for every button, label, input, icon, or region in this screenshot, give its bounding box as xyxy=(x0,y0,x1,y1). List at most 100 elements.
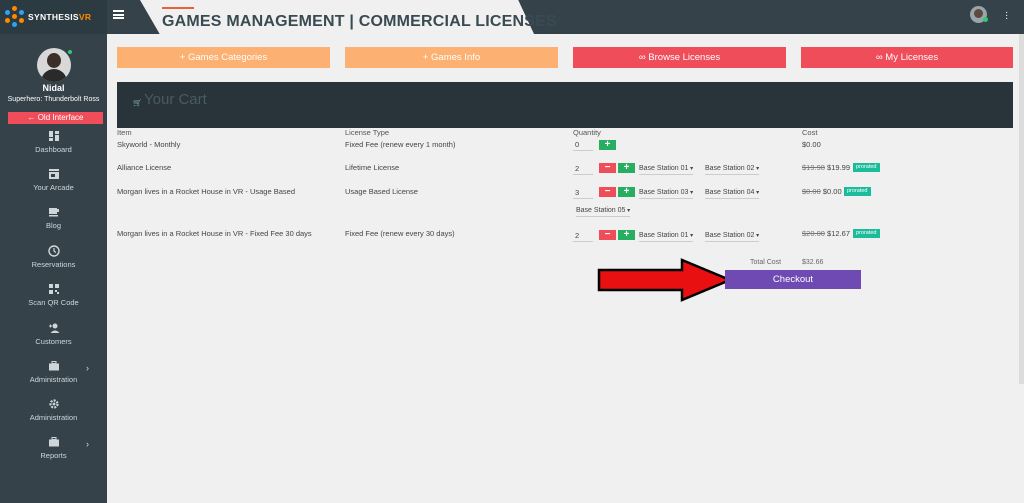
quantity-input[interactable]: 3 xyxy=(573,187,593,199)
tab-games-info[interactable]: + Games Info xyxy=(345,47,558,68)
column-header-quantity: Quantity xyxy=(573,128,601,137)
brand-logo[interactable]: SYNTHESISVR xyxy=(0,0,107,34)
clock-icon xyxy=(47,245,60,257)
online-status-icon xyxy=(67,49,73,55)
page-title: GAMES MANAGEMENT | COMMERCIAL LICENSES xyxy=(162,13,557,30)
prorated-cost: $12.67 xyxy=(827,229,850,238)
tab-my-licenses[interactable]: ∞ My Licenses xyxy=(801,47,1013,68)
decrease-quantity-button[interactable]: − xyxy=(599,187,616,197)
page-scrollbar[interactable] xyxy=(1019,34,1024,384)
sidebar-item-blog[interactable]: Blog xyxy=(0,206,107,236)
column-header-cost: Cost xyxy=(802,128,818,137)
sidebar-item-your-arcade[interactable]: Your Arcade xyxy=(0,168,107,198)
sidebar-item-label: Administration xyxy=(29,375,78,384)
title-accent-line xyxy=(162,7,194,9)
plus-icon: + xyxy=(422,52,429,63)
decrease-quantity-button[interactable]: − xyxy=(599,230,616,240)
infinity-icon: ∞ xyxy=(875,52,883,63)
sidebar-item-reservations[interactable]: Reservations xyxy=(0,245,107,275)
sidebar-item-label: Reports xyxy=(40,451,67,460)
cart-item-name: Skyworld - Monthly xyxy=(117,140,181,149)
original-cost: $19.98 xyxy=(802,163,825,172)
cart-item-name: Morgan lives in a Rocket House in VR - F… xyxy=(117,229,312,238)
hamburger-menu-icon[interactable] xyxy=(113,10,124,19)
decrease-quantity-button[interactable]: − xyxy=(599,163,616,173)
base-station-select[interactable]: Base Station 05 xyxy=(576,205,631,217)
cart-title: Your Cart xyxy=(144,91,207,108)
cart-cost: $0.00 $0.00 xyxy=(802,187,842,196)
base-station-select[interactable]: Base Station 01 xyxy=(639,163,694,175)
base-station-select[interactable]: Base Station 01 xyxy=(639,230,694,242)
user-title: Superhero: Thunderbolt Ross xyxy=(7,96,100,103)
quantity-input[interactable]: 2 xyxy=(573,163,593,175)
add-person-icon xyxy=(48,323,59,333)
brand-name-suffix: VR xyxy=(78,12,92,22)
sidebar-item-label: Your Arcade xyxy=(33,183,74,192)
gear-icon xyxy=(48,399,59,409)
cart-license-type: Fixed Fee (renew every 1 month) xyxy=(345,140,456,149)
original-cost: $0.00 xyxy=(802,187,821,196)
tab-label: Browse Licenses xyxy=(648,52,721,63)
sidebar-item-label: Reservations xyxy=(31,260,76,269)
prorated-badge: prorated xyxy=(853,163,880,172)
checkout-button[interactable]: Checkout xyxy=(725,270,861,289)
sidebar-item-administration-1[interactable]: Administration › xyxy=(0,360,107,390)
increase-quantity-button[interactable]: + xyxy=(618,187,635,197)
cart-item-name: Morgan lives in a Rocket House in VR - U… xyxy=(117,187,296,196)
increase-quantity-button[interactable]: + xyxy=(618,163,635,173)
base-station-select[interactable]: Base Station 02 xyxy=(705,163,760,175)
tab-label: Games Categories xyxy=(188,52,268,63)
sidebar-item-label: Customers xyxy=(35,337,72,346)
original-cost: $20.00 xyxy=(802,229,825,238)
increase-quantity-button[interactable]: + xyxy=(599,140,616,150)
briefcase-icon xyxy=(48,361,59,371)
sidebar-item-reports[interactable]: Reports › xyxy=(0,436,107,466)
prorated-badge: prorated xyxy=(844,187,871,196)
chevron-right-icon: › xyxy=(86,439,89,449)
column-header-item: Item xyxy=(117,128,132,137)
prorated-cost: $19.99 xyxy=(827,163,850,172)
sidebar-item-label: Scan QR Code xyxy=(28,298,79,307)
red-arrow-icon xyxy=(597,258,734,302)
dashboard-icon xyxy=(48,131,59,141)
tab-browse-licenses[interactable]: ∞ Browse Licenses xyxy=(573,47,786,68)
prorated-badge: prorated xyxy=(853,229,880,238)
quantity-input[interactable]: 2 xyxy=(573,230,593,242)
sidebar-item-customers[interactable]: Customers xyxy=(0,322,107,352)
user-name: Nidal xyxy=(42,83,65,93)
cart-icon: 🛒 xyxy=(133,100,142,107)
store-icon xyxy=(48,169,59,179)
cart-cost: $0.00 xyxy=(802,140,821,149)
total-cost-value: $32.66 xyxy=(802,259,824,266)
sidebar-item-label: Administration xyxy=(29,413,78,422)
coffee-icon xyxy=(48,208,59,217)
plus-icon: + xyxy=(179,52,186,63)
tab-label: Games Info xyxy=(431,52,481,63)
sidebar-item-administration-2[interactable]: Administration xyxy=(0,398,107,428)
tab-games-categories[interactable]: + Games Categories xyxy=(117,47,330,68)
profile-avatar[interactable] xyxy=(37,48,71,82)
increase-quantity-button[interactable]: + xyxy=(618,230,635,240)
prorated-cost: $0.00 xyxy=(822,187,842,196)
sidebar-item-scan-qr[interactable]: Scan QR Code xyxy=(0,283,107,313)
cart-item-name: Alliance License xyxy=(117,163,172,172)
synthesis-logo-icon xyxy=(4,6,26,28)
cart-license-type: Lifetime License xyxy=(345,163,400,172)
cart-license-type: Fixed Fee (renew every 30 days) xyxy=(345,229,455,238)
cart-header xyxy=(117,82,1013,128)
old-interface-button[interactable]: ← Old Interface xyxy=(8,112,103,124)
quantity-input[interactable]: 0 xyxy=(573,139,593,151)
sidebar-item-label: Dashboard xyxy=(35,145,72,154)
base-station-select[interactable]: Base Station 04 xyxy=(705,187,760,199)
cart-cost: $20.00 $12.67 xyxy=(802,229,850,238)
infinity-icon: ∞ xyxy=(638,52,646,63)
brand-name: SYNTHESIS xyxy=(28,12,79,22)
column-header-license: License Type xyxy=(345,128,390,137)
online-status-icon xyxy=(983,17,988,22)
more-options-icon[interactable]: · · · xyxy=(1005,8,1008,24)
base-station-select[interactable]: Base Station 02 xyxy=(705,230,760,242)
sidebar-item-dashboard[interactable]: Dashboard xyxy=(0,130,107,160)
base-station-select[interactable]: Base Station 03 xyxy=(639,187,694,199)
sidebar: Nidal Superhero: Thunderbolt Ross ← Old … xyxy=(0,34,107,503)
briefcase-icon xyxy=(48,437,59,447)
